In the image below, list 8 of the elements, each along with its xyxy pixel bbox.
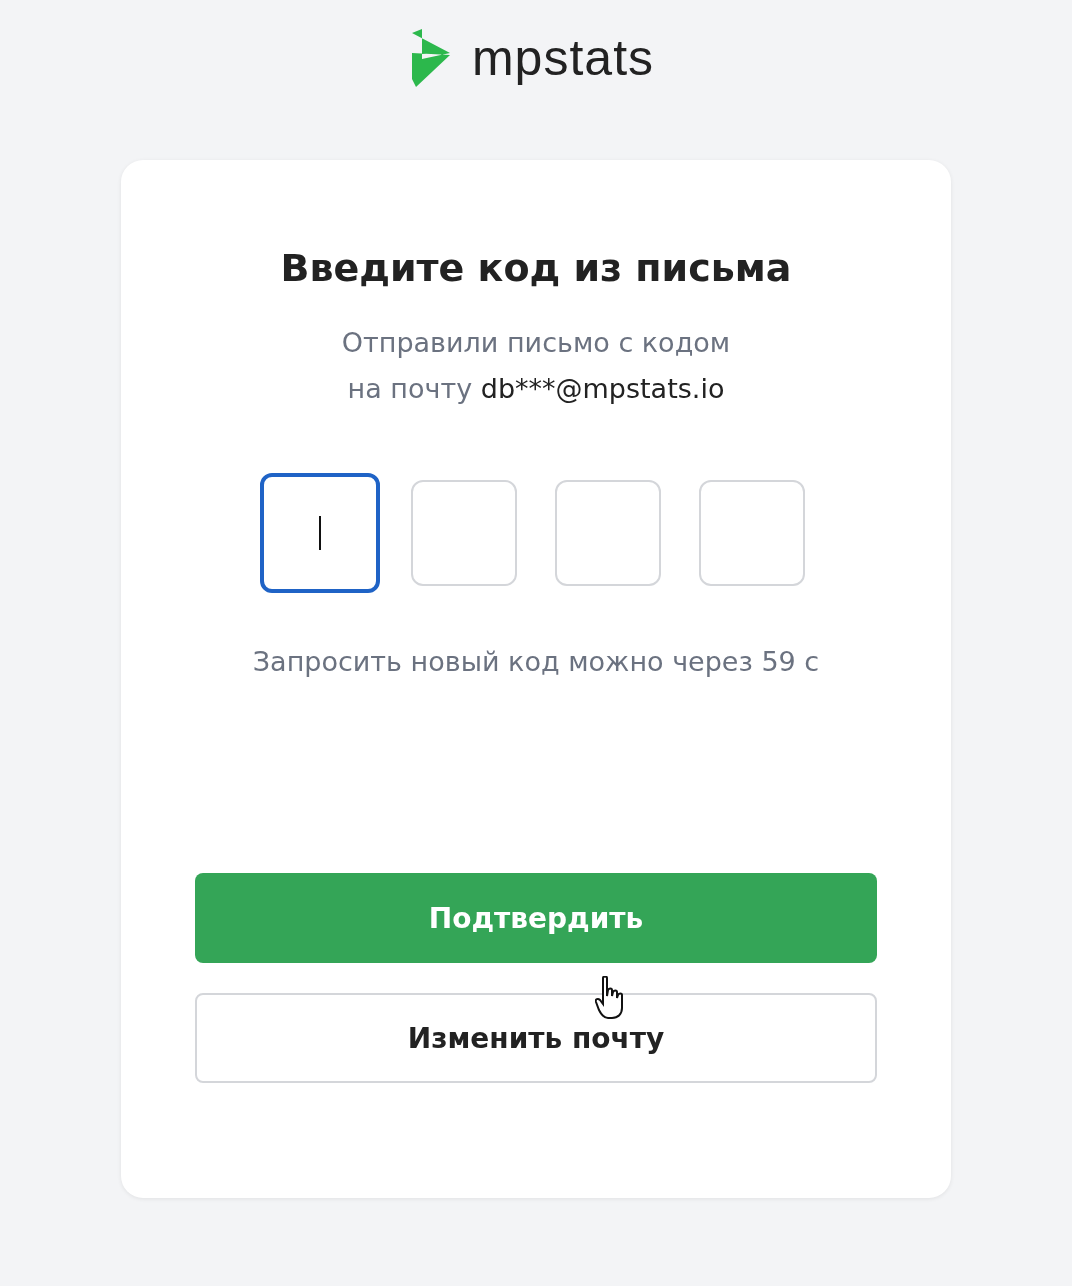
subtitle: Отправили письмо с кодом на почту db***@mpstats.io bbox=[341, 326, 731, 406]
hand-cursor-icon bbox=[595, 976, 625, 1020]
change-email-button[interactable]: Изменить почту bbox=[195, 993, 877, 1083]
code-input-field[interactable] bbox=[260, 473, 380, 593]
title: Введите код из письма bbox=[280, 245, 792, 292]
logo-text: mpstats bbox=[471, 29, 655, 87]
resend-note: Запросить новый код можно через 59 с bbox=[252, 646, 820, 677]
logo-icon bbox=[409, 29, 452, 87]
